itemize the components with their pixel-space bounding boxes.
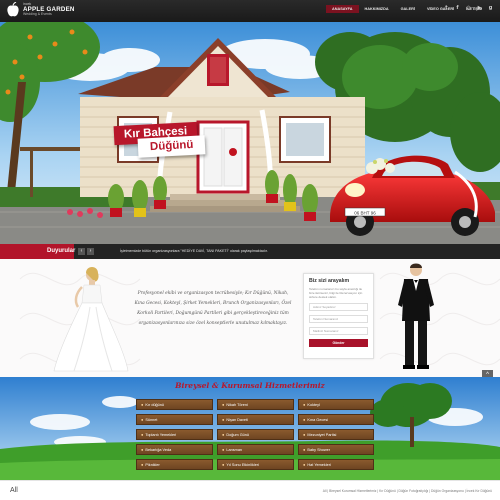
service-kir-dugunu[interactable]: ● Kır düğünü <box>136 399 213 410</box>
google-plus-icon[interactable]: g <box>487 5 494 12</box>
bullet-icon: ● <box>141 447 144 452</box>
logo-tagline: Wedding & Events <box>23 12 52 17</box>
form-description: Telefon numaranızı bu sayfa aracılığı il… <box>309 287 363 299</box>
announcement-text[interactable]: İşletmemizde bütün organizasyonlara "HED… <box>120 244 268 259</box>
announcement-bar: Duyurular ‹ › İşletmemizde bütün organiz… <box>0 244 500 259</box>
service-hat-yemekleri[interactable]: ● Hat Yemekleri <box>298 459 374 470</box>
services-section: Bireysel & Kurumsal Hizmetlerimiz ● Kır d… <box>0 377 500 480</box>
bullet-icon: ● <box>303 402 306 407</box>
social-links: t f ◎ ▶ g <box>443 5 494 12</box>
twitter-icon[interactable]: t <box>443 5 450 12</box>
bride-image <box>53 267 129 372</box>
services-title: Bireysel & Kurumsal Hizmetlerimiz <box>175 381 325 390</box>
service-lansman[interactable]: ● Lansman <box>217 444 294 455</box>
youtube-icon[interactable]: ▶ <box>476 5 483 12</box>
announcement-next-button[interactable]: › <box>87 248 94 255</box>
site-logo[interactable]: incek APPLE GARDEN Wedding & Events <box>6 1 75 18</box>
bullet-icon: ● <box>222 402 225 407</box>
bullet-icon: ● <box>303 417 306 422</box>
announcement-controls: ‹ › <box>78 248 94 255</box>
page: incek APPLE GARDEN Wedding & Events ANAS… <box>0 0 500 500</box>
bullet-icon: ● <box>222 432 225 437</box>
service-bekarliga-veda[interactable]: ● Bekarlığa Veda <box>136 444 213 455</box>
bullet-icon: ● <box>222 462 225 467</box>
announcement-prev-button[interactable]: ‹ <box>78 248 85 255</box>
service-toplanti-yemekleri[interactable]: ● Toplantı Yemekleri <box>136 429 213 440</box>
groom-image <box>398 263 434 369</box>
footer-breadcrumb[interactable]: All | Bireysel Kurumsal Hizmetlerimiz | … <box>323 489 492 493</box>
service-kina-gecesi[interactable]: ● Kına Gecesi <box>298 414 374 425</box>
intro-text: Profesyonel ekibi ve organizasyon tecrüb… <box>134 291 292 326</box>
hero-title-line2: Düğünü <box>137 135 206 158</box>
hero-image: 06 BHT 96 <box>0 22 500 244</box>
bullet-icon: ● <box>303 462 306 467</box>
service-nikah-toreni[interactable]: ● Nikah Töreni <box>217 399 294 410</box>
phone-field[interactable]: Telefon Numaranız <box>309 315 368 323</box>
site-header: incek APPLE GARDEN Wedding & Events ANAS… <box>0 0 500 22</box>
service-dogum-gunu[interactable]: ● Doğum Günü <box>217 429 294 440</box>
bullet-icon: ● <box>141 432 144 437</box>
service-nisan-daveti[interactable]: ● Nişan Daveti <box>217 414 294 425</box>
bullet-icon: ● <box>222 417 225 422</box>
bullet-icon: ● <box>141 462 144 467</box>
form-title: Biz sizi arayalım <box>309 278 350 284</box>
name-field[interactable]: Adınız Soyadınız <box>309 303 368 311</box>
facebook-icon[interactable]: f <box>454 5 461 12</box>
nav-item-anasayfa[interactable]: ANASAYFA <box>326 5 359 13</box>
nav-item-hakkimizda[interactable]: HAKKIMIZDA <box>359 5 395 13</box>
service-mezuniyet-partisi[interactable]: ● Mezuniyet Partisi <box>298 429 374 440</box>
apple-logo-icon <box>6 1 20 18</box>
callback-form: Biz sizi arayalım Telefon numaranızı bu … <box>303 273 374 359</box>
service-sunnet[interactable]: ● Sünnet <box>136 414 213 425</box>
services-grid: ● Kır düğünü ● Nikah Töreni ● Kokteyl ● Sünn… <box>136 399 374 470</box>
service-baby-shower[interactable]: ● Baby Shower <box>298 444 374 455</box>
service-piknikler[interactable]: ● Piknikler <box>136 459 213 470</box>
site-footer: All All | Bireysel Kurumsal Hizmetlerimi… <box>0 480 500 500</box>
email-field[interactable]: Mailiniz Numaranız <box>309 327 368 335</box>
bullet-icon: ● <box>222 447 225 452</box>
service-kokteyl[interactable]: ● Kokteyl <box>298 399 374 410</box>
submit-button[interactable]: Gönder <box>309 339 368 347</box>
bullet-icon: ● <box>303 432 306 437</box>
intro-section: Profesyonel ekibi ve organizasyon tecrüb… <box>0 259 500 381</box>
instagram-icon[interactable]: ◎ <box>465 5 472 12</box>
service-yil-sonu-etkinlikleri[interactable]: ● Yıl Sonu Etkinlikleri <box>217 459 294 470</box>
hero-slider[interactable]: 06 BHT 96 Kır Bahçesi Düğünü <box>0 22 500 244</box>
car-license-plate: 06 BHT 96 <box>354 211 376 216</box>
bullet-icon: ● <box>303 447 306 452</box>
footer-left-text: All <box>10 487 18 494</box>
bullet-icon: ● <box>141 402 144 407</box>
announcement-label: Duyurular <box>0 244 75 259</box>
nav-item-galeri[interactable]: GALERİ <box>395 5 421 13</box>
bullet-icon: ● <box>141 417 144 422</box>
